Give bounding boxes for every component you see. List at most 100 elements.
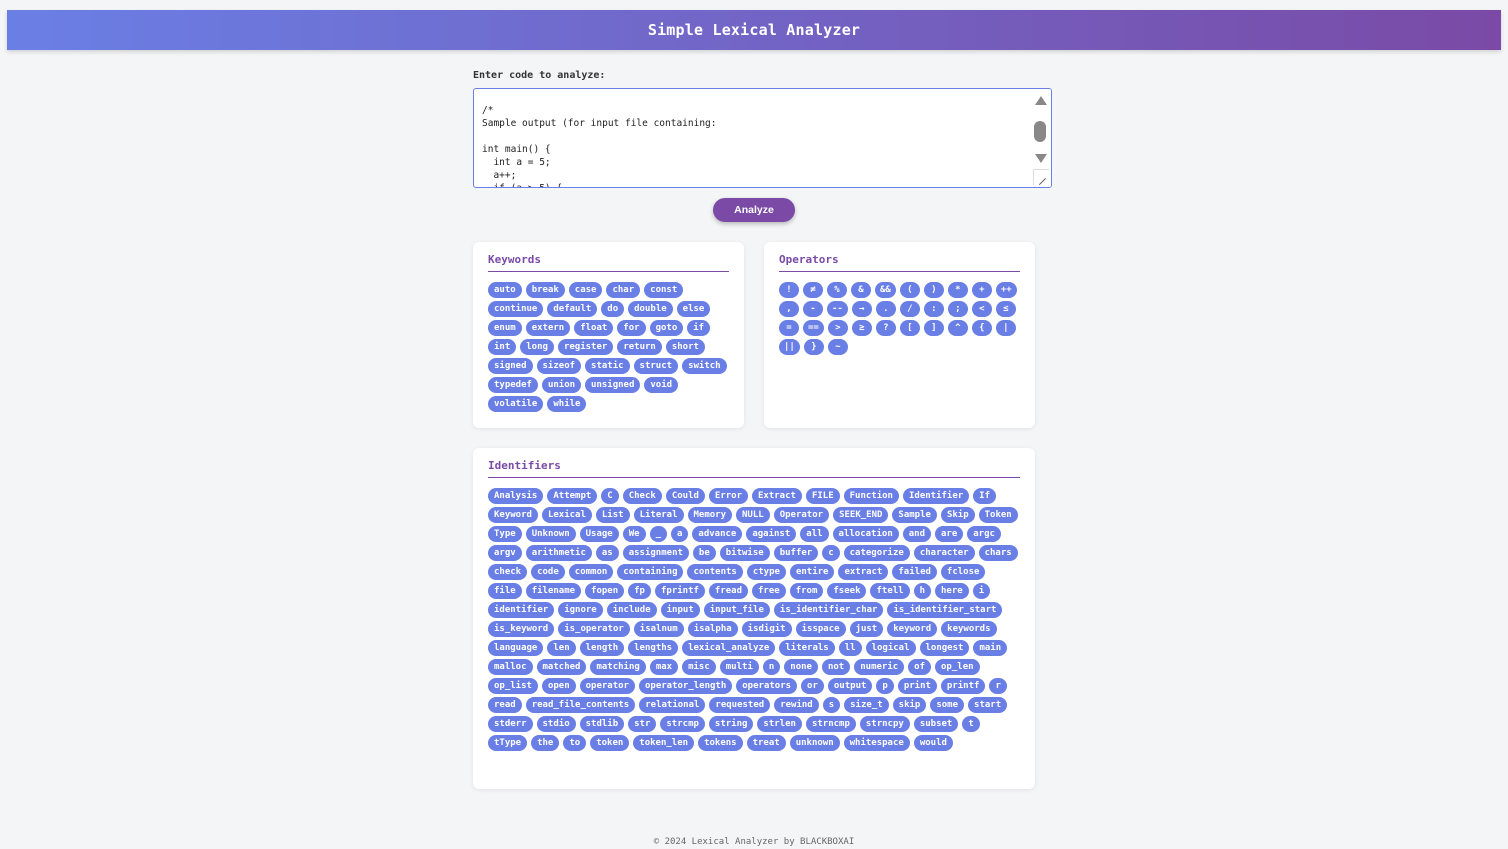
keyword-token: switch (682, 358, 727, 374)
keyword-token: double (628, 301, 673, 317)
identifier-token: operators (736, 678, 798, 694)
identifier-token: or (801, 678, 824, 694)
identifier-token: matching (590, 659, 646, 675)
operator-token: } (803, 339, 824, 355)
identifier-token: not (821, 659, 851, 675)
keyword-token: int (488, 339, 517, 355)
identifier-token: be (692, 545, 716, 561)
identifier-token: str (628, 716, 657, 732)
identifier-token: failed (892, 564, 937, 580)
identifier-token: would (913, 735, 953, 751)
keyword-token: continue (488, 301, 544, 317)
identifier-token: Memory (687, 507, 733, 523)
identifier-token: len (547, 640, 576, 656)
identifier-token: file (488, 583, 522, 599)
keyword-token: void (644, 377, 679, 393)
identifier-token: include (606, 602, 657, 618)
analyze-button[interactable]: Analyze (713, 198, 795, 222)
identifier-token: max (649, 659, 679, 675)
identifier-token: whitespace (843, 735, 910, 751)
scroll-down-arrow-icon[interactable] (1035, 154, 1047, 163)
scroll-up-arrow-icon[interactable] (1035, 96, 1047, 105)
identifier-token: token_len (633, 735, 695, 751)
keyword-token: typedef (488, 377, 538, 393)
keyword-token: const (644, 282, 684, 298)
code-input[interactable]: /* Sample output (for input file contain… (473, 88, 1052, 188)
identifier-token: keyword (887, 621, 938, 637)
operator-token: ? (875, 320, 896, 336)
identifier-token: input (660, 602, 700, 618)
operator-token: . (875, 301, 896, 317)
keyword-token: union (541, 377, 582, 393)
identifier-token: is_keyword (488, 621, 555, 637)
identifier-token: assignment (622, 545, 689, 561)
identifier-token: Attempt (547, 488, 598, 504)
keyword-token: while (547, 396, 587, 412)
identifier-token: If (973, 488, 997, 504)
operator-token: ≤ (995, 301, 1016, 317)
identifier-token: to (563, 735, 587, 751)
keyword-token: float (574, 320, 614, 336)
identifier-token: r (989, 678, 1007, 694)
identifier-token: as (595, 545, 619, 561)
keyword-token: return (617, 339, 662, 355)
identifier-token: printf (940, 678, 986, 694)
operators-card: Operators ! ≠% & &&() * + ++, - -- →. /:; < ≤ = == > ≥?[… (764, 242, 1035, 428)
keyword-token: break (525, 282, 565, 298)
identifier-token: fopen (585, 583, 625, 599)
identifier-token: Could (665, 488, 705, 504)
operator-token: ] (923, 320, 944, 336)
identifier-token: fseek (827, 583, 867, 599)
identifier-token: rewind (774, 697, 819, 713)
identifier-token: treat (746, 735, 786, 751)
identifier-token: isalnum (633, 621, 684, 637)
identifier-token: strlen (757, 716, 802, 732)
identifier-token: Skip (940, 507, 975, 523)
identifier-token: chars (978, 545, 1018, 561)
identifier-token: character (913, 545, 975, 561)
identifier-token: fread (708, 583, 749, 599)
operator-token: ^ (947, 320, 968, 336)
identifier-token: requested (709, 697, 771, 713)
scrollbar-thumb[interactable] (1034, 121, 1046, 142)
identifier-token: advance (692, 526, 743, 542)
identifier-token: code (531, 564, 565, 580)
identifier-token: tType (488, 735, 528, 751)
identifier-token: subset (913, 716, 959, 732)
operator-token: [ (899, 320, 920, 336)
keyword-token: default (547, 301, 598, 317)
operator-token: ) (923, 282, 944, 298)
identifier-token: is_identifier_char (773, 602, 884, 618)
identifiers-list: Analysis Attempt C Check Could Error Extract FI… (488, 488, 1020, 751)
identifier-token: isdigit (741, 621, 792, 637)
operator-token: ( (899, 282, 920, 298)
identifier-token: string (708, 716, 754, 732)
identifier-token: is_operator (558, 621, 630, 637)
identifier-token: arithmetic (525, 545, 592, 561)
identifier-token: Extract (752, 488, 802, 504)
operator-token: * (947, 282, 968, 298)
identifier-token: none (784, 659, 818, 675)
identifier-token: language (488, 640, 544, 656)
identifier-token: is_identifier_start (887, 602, 1003, 618)
identifier-token: start (968, 697, 1008, 713)
code-input-text[interactable]: /* Sample output (for input file contain… (482, 104, 1029, 187)
identifier-token: c (822, 545, 840, 561)
identifier-token: main (973, 640, 1008, 656)
operator-token: < (971, 301, 992, 317)
code-input-scrollbar[interactable] (1031, 89, 1051, 187)
keyword-token: enum (488, 320, 522, 336)
identifier-token: print (897, 678, 937, 694)
resize-handle-icon[interactable] (1033, 169, 1049, 185)
identifier-token: operator_length (638, 678, 733, 694)
keyword-token: register (557, 339, 614, 355)
identifiers-card: Identifiers Analysis Attempt C Check Could Er… (473, 448, 1035, 789)
operators-list: ! ≠% & &&() * + ++, - -- →. /:; < ≤ = == > ≥?[] ^{| ||} ~ (779, 282, 1020, 355)
operator-token: > (827, 320, 848, 336)
keyword-token: case (568, 282, 603, 298)
identifier-token: argc (967, 526, 1001, 542)
app-header: Simple Lexical Analyzer (7, 10, 1501, 50)
code-input-label: Enter code to analyze: (473, 70, 606, 81)
identifier-token: extract (838, 564, 889, 580)
identifier-token: lexical_analyze (682, 640, 776, 656)
